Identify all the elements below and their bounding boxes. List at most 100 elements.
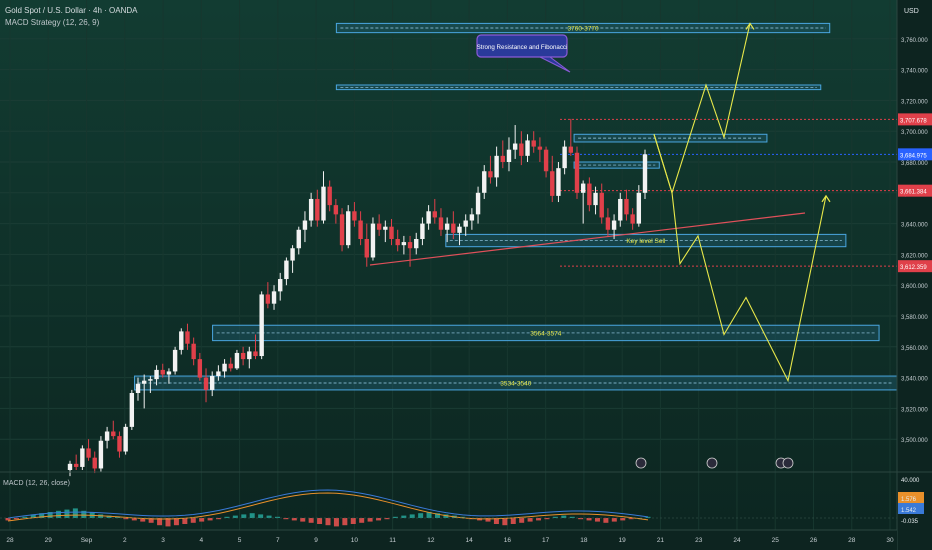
macd-hist-bar	[510, 518, 516, 524]
candle-body	[494, 155, 499, 178]
x-tick-label: 18	[580, 537, 588, 544]
y-tick-label: 3,640.000	[901, 223, 928, 229]
indicator-label: MACD Strategy (12, 26, 9)	[5, 18, 100, 27]
x-tick-label: 14	[466, 537, 474, 544]
macd-hist-bar	[64, 509, 70, 518]
candle-body	[271, 291, 277, 304]
macd-hist-bar	[536, 518, 542, 521]
candle-body	[531, 140, 536, 147]
chart-title: Gold Spot / U.S. Dollar · 4h · OANDA	[5, 6, 138, 15]
zone-label: Key level Sell	[626, 238, 666, 245]
x-tick-label: 10	[351, 537, 359, 544]
candle-body	[179, 331, 184, 350]
macd-hist-bar	[249, 513, 255, 518]
candle-body	[401, 242, 407, 246]
candle-body	[67, 463, 73, 470]
macd-hist-bar	[258, 514, 264, 518]
price-label: 3,707.678	[900, 118, 927, 124]
candle-body	[370, 223, 376, 258]
macd-label: MACD (12, 26, close)	[3, 480, 70, 487]
x-tick-label: 7	[276, 537, 280, 544]
y-tick-label: 3,500.000	[901, 438, 928, 444]
x-tick-label: 3	[161, 537, 165, 544]
candle-body	[593, 192, 598, 206]
x-tick-label: 2	[123, 537, 127, 544]
candle-body	[624, 198, 629, 215]
macd-hist-bar	[376, 518, 382, 521]
candle-body	[92, 457, 97, 469]
y-tick-label: 3,680.000	[901, 161, 928, 167]
x-tick-label: 30	[886, 537, 894, 544]
macd-hist-bar	[241, 514, 247, 518]
x-tick-label: 19	[619, 537, 627, 544]
candle-body	[451, 223, 456, 233]
y-tick-label: 3,760.000	[901, 38, 928, 44]
candle-body	[111, 431, 116, 437]
x-tick-label: 26	[810, 537, 818, 544]
candle-body	[302, 220, 308, 230]
candle-body	[284, 260, 289, 280]
price-label: 3,612.359	[900, 265, 927, 271]
zone-label: 3760-3770	[568, 26, 599, 33]
y-tick-label: 3,520.000	[901, 407, 928, 413]
candle-body	[475, 192, 481, 215]
candle-body	[210, 376, 215, 390]
candle-body	[166, 371, 172, 375]
macd-hist-bar	[56, 510, 62, 518]
macd-hist-bar	[502, 518, 508, 526]
chart-canvas[interactable]: 3760-3770 Key level Sell 3564-3574 3534-354…	[0, 0, 932, 550]
candle-body	[432, 211, 437, 218]
candle-body	[216, 371, 221, 377]
candle-body	[352, 211, 357, 221]
macd-hist-bar	[603, 518, 609, 523]
candle-body	[339, 214, 345, 246]
candle-body	[618, 198, 623, 221]
y-tick-label: 3,700.000	[901, 130, 928, 136]
currency-label[interactable]: USD	[904, 8, 919, 15]
candle-body	[642, 154, 648, 193]
candle-body	[636, 192, 642, 224]
y-tick-label: 3,720.000	[901, 99, 928, 105]
macd-hist-bar	[401, 515, 407, 518]
x-tick-label: 28	[848, 537, 856, 544]
event-icon	[706, 457, 718, 469]
candle-body	[630, 214, 635, 224]
candle-body	[290, 248, 295, 261]
x-tick-label: Sep	[81, 537, 93, 544]
candle-body	[73, 463, 79, 467]
candle-body	[519, 143, 524, 156]
candle-body	[389, 226, 394, 239]
candle-body	[259, 294, 264, 357]
y-tick-label: 3,580.000	[901, 315, 928, 321]
candle-body	[185, 331, 190, 344]
candle-body	[172, 349, 178, 372]
candle-body	[321, 186, 326, 221]
candle-body	[296, 229, 301, 249]
candle-body	[525, 140, 530, 156]
candle-body	[562, 146, 567, 169]
candle-body	[605, 217, 611, 230]
candle-body	[420, 223, 425, 239]
x-tick-label: 21	[657, 537, 665, 544]
macd-hist-bar	[611, 518, 617, 522]
candle-body	[587, 183, 592, 206]
candle-body	[333, 205, 339, 215]
time-axis-panel	[0, 530, 897, 550]
candle-body	[463, 220, 468, 227]
candle-body	[500, 155, 505, 162]
candle-body	[265, 294, 271, 304]
candle-body	[222, 363, 227, 372]
macd-hist-bar	[232, 515, 238, 518]
candle-body	[104, 431, 110, 441]
x-tick-label: 17	[542, 537, 550, 544]
candle-body	[123, 426, 128, 452]
candle-body	[315, 198, 320, 221]
macd-hist-bar	[350, 518, 356, 524]
event-icon	[782, 457, 794, 469]
candle-body	[457, 226, 462, 233]
macd-hist-bar	[586, 518, 592, 521]
candle-body	[327, 186, 332, 206]
candle-body	[141, 380, 147, 384]
macd-hist-bar	[182, 518, 188, 524]
candle-body	[482, 171, 487, 193]
